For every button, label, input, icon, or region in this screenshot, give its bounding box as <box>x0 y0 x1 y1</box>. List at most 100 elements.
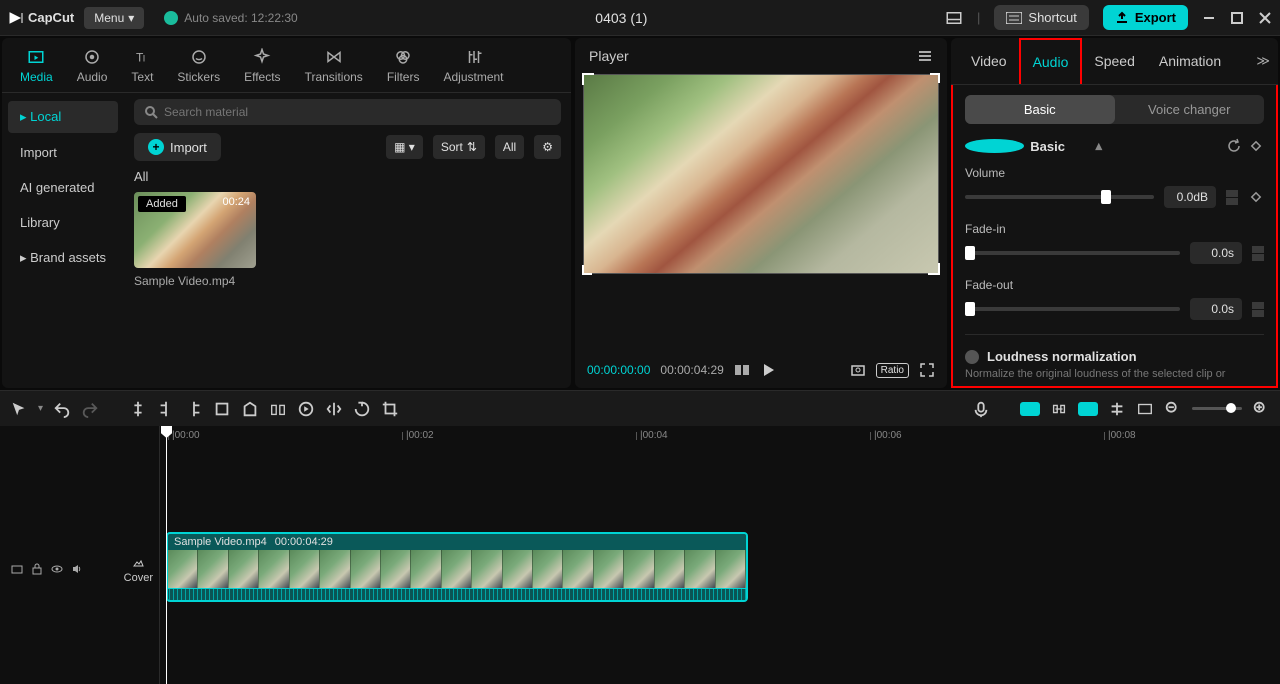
rotate-icon[interactable] <box>353 400 371 418</box>
align-icon[interactable] <box>1108 400 1126 418</box>
volume-label: Volume <box>965 166 1264 180</box>
tab-adjustment[interactable]: Adjustment <box>431 38 515 92</box>
crop-icon[interactable] <box>213 400 231 418</box>
zoom-in-icon[interactable] <box>1252 400 1270 418</box>
undo-icon[interactable] <box>53 400 71 418</box>
track-lock-icon[interactable] <box>30 562 44 576</box>
crop2-icon[interactable] <box>381 400 399 418</box>
selection-tool-icon[interactable] <box>10 400 28 418</box>
magnet-toggle[interactable] <box>1078 402 1098 416</box>
volume-stepper[interactable] <box>1226 190 1238 205</box>
ruler-tick: |00:00 <box>172 430 200 441</box>
inspector-tab-audio[interactable]: Audio <box>1019 38 1083 84</box>
sidebar-item-library[interactable]: Library <box>8 207 118 238</box>
fade-in-label: Fade-in <box>965 222 1264 236</box>
mic-icon[interactable] <box>972 400 990 418</box>
tab-transitions[interactable]: Transitions <box>293 38 375 92</box>
minimize-icon[interactable] <box>1202 11 1216 25</box>
capcut-logo-icon <box>8 10 24 26</box>
compare-icon[interactable] <box>734 362 750 378</box>
fade-out-value[interactable]: 0.0s <box>1190 298 1242 320</box>
inspector-tab-animation[interactable]: Animation <box>1147 39 1233 83</box>
layers-icon[interactable] <box>269 400 287 418</box>
clip-duration: 00:00:04:29 <box>275 536 333 548</box>
export-button[interactable]: Export <box>1103 5 1188 30</box>
filter-all-button[interactable]: All <box>495 135 524 159</box>
fade-out-slider[interactable] <box>965 307 1180 311</box>
inspector-tab-speed[interactable]: Speed <box>1082 39 1146 83</box>
filter-button[interactable]: ⚙ <box>534 135 561 159</box>
more-icon[interactable]: ≫ <box>1256 53 1270 69</box>
tab-stickers[interactable]: Stickers <box>165 38 232 92</box>
timeline-ruler[interactable]: |00:00 |00:02 |00:04 |00:06 |00:08 <box>160 426 1280 448</box>
loudness-checkbox[interactable] <box>965 350 979 364</box>
player-title: Player <box>589 48 917 64</box>
sidebar-item-import[interactable]: Import <box>8 137 118 168</box>
maximize-icon[interactable] <box>1230 11 1244 25</box>
track-mute-icon[interactable] <box>70 562 84 576</box>
tab-filters[interactable]: Filters <box>375 38 432 92</box>
tab-audio[interactable]: Audio <box>65 38 120 92</box>
basic-checkbox[interactable] <box>965 139 1024 153</box>
loudness-desc: Normalize the original loudness of the s… <box>965 368 1264 380</box>
search-input[interactable] <box>134 99 561 125</box>
sidebar-item-brand-assets[interactable]: ▸ Brand assets <box>8 242 118 274</box>
track-add-icon[interactable] <box>10 562 24 576</box>
subtab-voice-changer[interactable]: Voice changer <box>1115 95 1265 124</box>
close-icon[interactable] <box>1258 11 1272 25</box>
delete-left-icon[interactable] <box>157 400 175 418</box>
preview-icon[interactable] <box>1136 400 1154 418</box>
hamburger-icon[interactable] <box>917 48 933 64</box>
chevron-down-icon[interactable]: ▾ <box>38 403 43 414</box>
collapse-icon[interactable]: ▴ <box>1096 138 1155 154</box>
reset-icon[interactable] <box>1226 138 1242 154</box>
sort-button[interactable]: Sort ⇅ <box>433 135 485 159</box>
snap-toggle[interactable] <box>1020 402 1040 416</box>
fade-out-label: Fade-out <box>965 278 1264 292</box>
fade-in-slider[interactable] <box>965 251 1180 255</box>
volume-value[interactable]: 0.0dB <box>1164 186 1216 208</box>
snapshot-icon[interactable] <box>850 362 866 378</box>
volume-slider[interactable] <box>965 195 1154 199</box>
zoom-slider[interactable] <box>1192 407 1242 410</box>
inspector-tab-video[interactable]: Video <box>959 39 1019 83</box>
fade-out-stepper[interactable] <box>1252 302 1264 317</box>
zoom-out-icon[interactable] <box>1164 400 1182 418</box>
split-icon[interactable] <box>129 400 147 418</box>
tab-text[interactable]: TIText <box>119 38 165 92</box>
track-visibility-icon[interactable] <box>50 562 64 576</box>
svg-text:I: I <box>143 54 146 64</box>
cover-button[interactable]: Cover <box>124 555 153 584</box>
sidebar-item-local[interactable]: ▸ Local <box>8 101 118 133</box>
video-preview[interactable] <box>583 74 939 274</box>
timeline-clip[interactable]: Sample Video.mp4 00:00:04:29 <box>166 532 748 602</box>
ratio-button[interactable]: Ratio <box>876 363 909 378</box>
view-toggle[interactable]: ▦ ▾ <box>386 135 423 159</box>
keyframe-icon[interactable] <box>1248 189 1264 205</box>
delete-right-icon[interactable] <box>185 400 203 418</box>
reverse-icon[interactable] <box>297 400 315 418</box>
tab-effects[interactable]: Effects <box>232 38 292 92</box>
section-label: All <box>134 169 561 184</box>
keyframe-icon[interactable] <box>1248 138 1264 154</box>
playhead[interactable] <box>166 426 167 684</box>
check-icon <box>164 11 178 25</box>
inspector-panel: Video Audio Speed Animation ≫ Basic Voic… <box>951 38 1278 388</box>
mirror-icon[interactable] <box>325 400 343 418</box>
menu-button[interactable]: Menu ▾ <box>84 7 144 29</box>
shortcut-button[interactable]: Shortcut <box>994 5 1088 30</box>
tab-media[interactable]: Media <box>8 38 65 92</box>
subtab-basic[interactable]: Basic <box>965 95 1115 124</box>
marker-icon[interactable] <box>241 400 259 418</box>
redo-icon[interactable] <box>81 400 99 418</box>
link-icon[interactable] <box>1050 400 1068 418</box>
play-icon[interactable] <box>760 362 776 378</box>
sidebar-item-ai-generated[interactable]: AI generated <box>8 172 118 203</box>
layout-icon[interactable] <box>945 9 963 27</box>
media-thumbnail[interactable]: Added 00:24 Sample Video.mp4 <box>134 192 256 288</box>
fullscreen-icon[interactable] <box>919 362 935 378</box>
import-button[interactable]: +Import <box>134 133 221 161</box>
fade-in-stepper[interactable] <box>1252 246 1264 261</box>
fade-in-value[interactable]: 0.0s <box>1190 242 1242 264</box>
player-controls: 00:00:00:00 00:00:04:29 Ratio <box>575 352 947 388</box>
